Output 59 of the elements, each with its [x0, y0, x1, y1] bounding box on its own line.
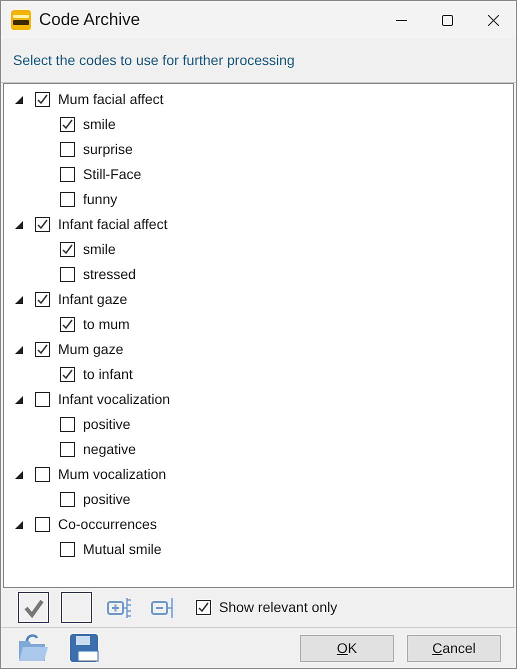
tree-item-label[interactable]: Mum vocalization — [58, 464, 166, 485]
tree-item-label[interactable]: positive — [83, 489, 130, 510]
checkbox[interactable] — [60, 117, 75, 132]
app-logo-icon — [11, 10, 31, 30]
checkbox[interactable] — [35, 342, 50, 357]
collapse-arrow-icon[interactable] — [14, 294, 24, 304]
collapse-arrow-icon[interactable] — [14, 470, 24, 480]
tree-item-label[interactable]: Infant facial affect — [58, 214, 168, 235]
checkbox[interactable] — [35, 517, 50, 532]
checkbox[interactable] — [35, 392, 50, 407]
tree-item-label[interactable]: surprise — [83, 139, 133, 160]
tree-item-label[interactable]: positive — [83, 414, 130, 435]
check-all-button[interactable] — [18, 592, 49, 623]
tree-item-label[interactable]: smile — [83, 114, 116, 135]
tree-item-label[interactable]: Still-Face — [83, 164, 142, 185]
close-icon — [488, 14, 498, 26]
collapse-arrow-icon[interactable] — [14, 220, 24, 230]
checkbox[interactable] — [35, 467, 50, 482]
checkbox[interactable] — [60, 417, 75, 432]
instruction-text: Select the codes to use for further processing — [13, 51, 295, 70]
tree-item-label[interactable]: Mutual smile — [83, 539, 162, 560]
collapse-arrow-icon[interactable] — [14, 344, 24, 354]
ok-button[interactable]: OK — [300, 634, 394, 662]
tree-item-label[interactable]: Mum gaze — [58, 339, 124, 360]
checkbox[interactable] — [35, 292, 50, 307]
checkmark-icon — [24, 598, 44, 618]
tree-item-label[interactable]: Infant gaze — [58, 289, 128, 310]
tree-item-label[interactable]: negative — [83, 439, 136, 460]
collapse-arrow-icon[interactable] — [14, 94, 24, 104]
tree-item-label[interactable]: to infant — [83, 364, 133, 385]
save-icon[interactable] — [68, 632, 100, 664]
cancel-button[interactable]: Cancel — [407, 634, 501, 662]
uncheck-all-button[interactable] — [61, 592, 92, 623]
checkbox[interactable] — [60, 192, 75, 207]
checkbox[interactable] — [60, 142, 75, 157]
checkbox[interactable] — [60, 542, 75, 557]
tree-item-label[interactable]: to mum — [83, 314, 130, 335]
checkbox[interactable] — [60, 367, 75, 382]
window-title: Code Archive — [39, 9, 140, 32]
maximize-icon — [442, 14, 452, 26]
checkbox[interactable] — [60, 242, 75, 257]
checkbox[interactable] — [35, 92, 50, 107]
collapse-arrow-icon[interactable] — [14, 394, 24, 404]
tree-item-label[interactable]: Infant vocalization — [58, 389, 170, 410]
checkbox[interactable] — [60, 167, 75, 182]
collapse-arrow-icon[interactable] — [14, 520, 24, 530]
checkbox[interactable] — [60, 317, 75, 332]
tree-item-label[interactable]: funny — [83, 189, 118, 210]
tree-item-label[interactable]: stressed — [83, 264, 136, 285]
checkbox[interactable] — [35, 217, 50, 232]
tree-item-label[interactable]: Co-occurrences — [58, 514, 157, 535]
tree-item-label[interactable]: Mum facial affect — [58, 89, 164, 110]
checkbox[interactable] — [60, 442, 75, 457]
checkbox[interactable] — [60, 492, 75, 507]
checkbox[interactable] — [196, 600, 211, 615]
tree-item-label[interactable]: smile — [83, 239, 116, 260]
open-folder-icon[interactable] — [16, 632, 50, 664]
checkbox[interactable] — [60, 267, 75, 282]
show-relevant-label[interactable]: Show relevant only — [219, 597, 338, 618]
